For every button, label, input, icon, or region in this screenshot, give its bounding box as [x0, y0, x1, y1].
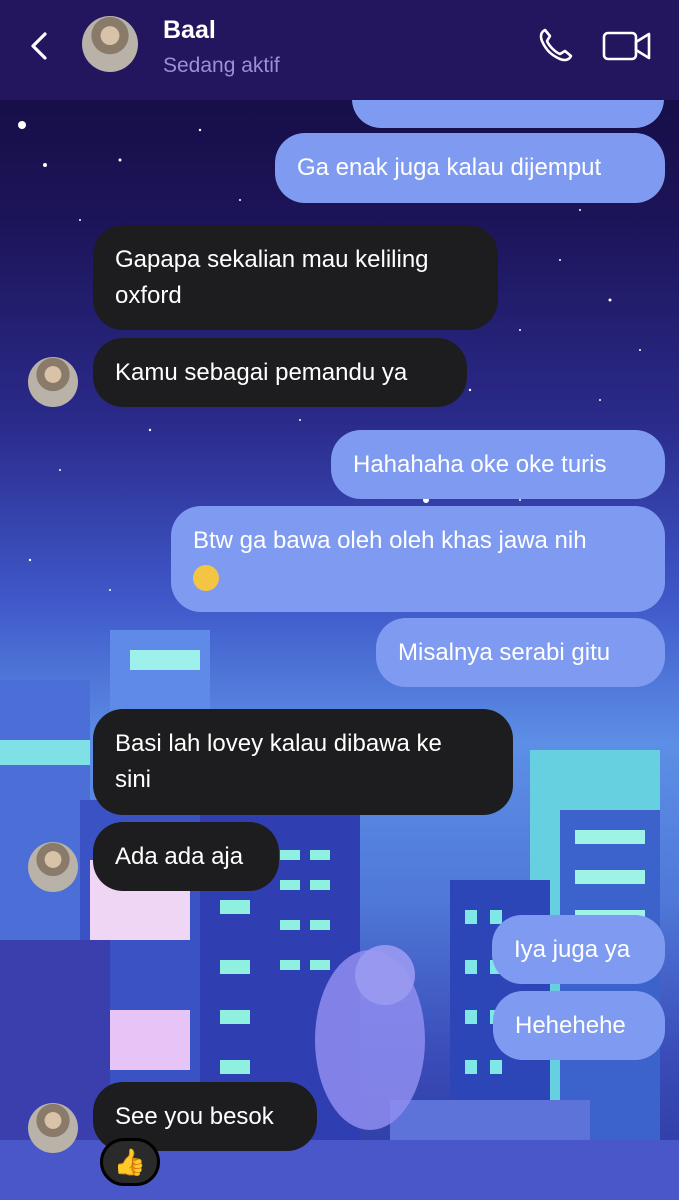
video-call-icon[interactable] [602, 28, 652, 64]
sender-avatar[interactable] [28, 842, 78, 892]
message-bubble-sent[interactable]: Hahahaha oke oke turis [331, 430, 665, 499]
sender-avatar[interactable] [28, 1103, 78, 1153]
chat-screen: Baal Sedang aktif Ga enak juga kalau dij… [0, 0, 679, 1200]
raised-eyebrow-emoji-icon [193, 564, 219, 591]
contact-status: Sedang aktif [163, 54, 280, 77]
phone-call-icon[interactable] [535, 26, 575, 66]
message-bubble-sent[interactable]: Misalnya serabi gitu [376, 618, 665, 687]
sender-avatar[interactable] [28, 357, 78, 407]
contact-name[interactable]: Baal [163, 16, 216, 45]
message-bubble-sent[interactable]: Iya juga ya [492, 915, 665, 984]
message-bubble-sent[interactable]: Ga enak juga kalau dijemput [275, 133, 665, 203]
thumbs-up-reaction[interactable]: 👍 [100, 1138, 160, 1186]
message-bubble-received[interactable]: Basi lah lovey kalau dibawa ke sini [93, 709, 513, 815]
message-bubble-sent[interactable]: Hehehehe [493, 991, 665, 1060]
message-bubble-received[interactable]: Ada ada aja [93, 822, 279, 891]
back-arrow-icon[interactable] [22, 28, 58, 64]
message-bubble-received[interactable]: Kamu sebagai pemandu ya [93, 338, 467, 407]
thumbs-up-icon: 👍 [113, 1146, 147, 1177]
message-bubble-received[interactable]: Gapapa sekalian mau keliling oxford [93, 225, 498, 330]
chat-header: Baal Sedang aktif [0, 0, 679, 100]
contact-avatar[interactable] [82, 16, 138, 72]
message-text: Btw ga bawa oleh oleh khas jawa nih [193, 527, 587, 554]
message-bubble-sent[interactable]: Btw ga bawa oleh oleh khas jawa nih [171, 506, 665, 612]
